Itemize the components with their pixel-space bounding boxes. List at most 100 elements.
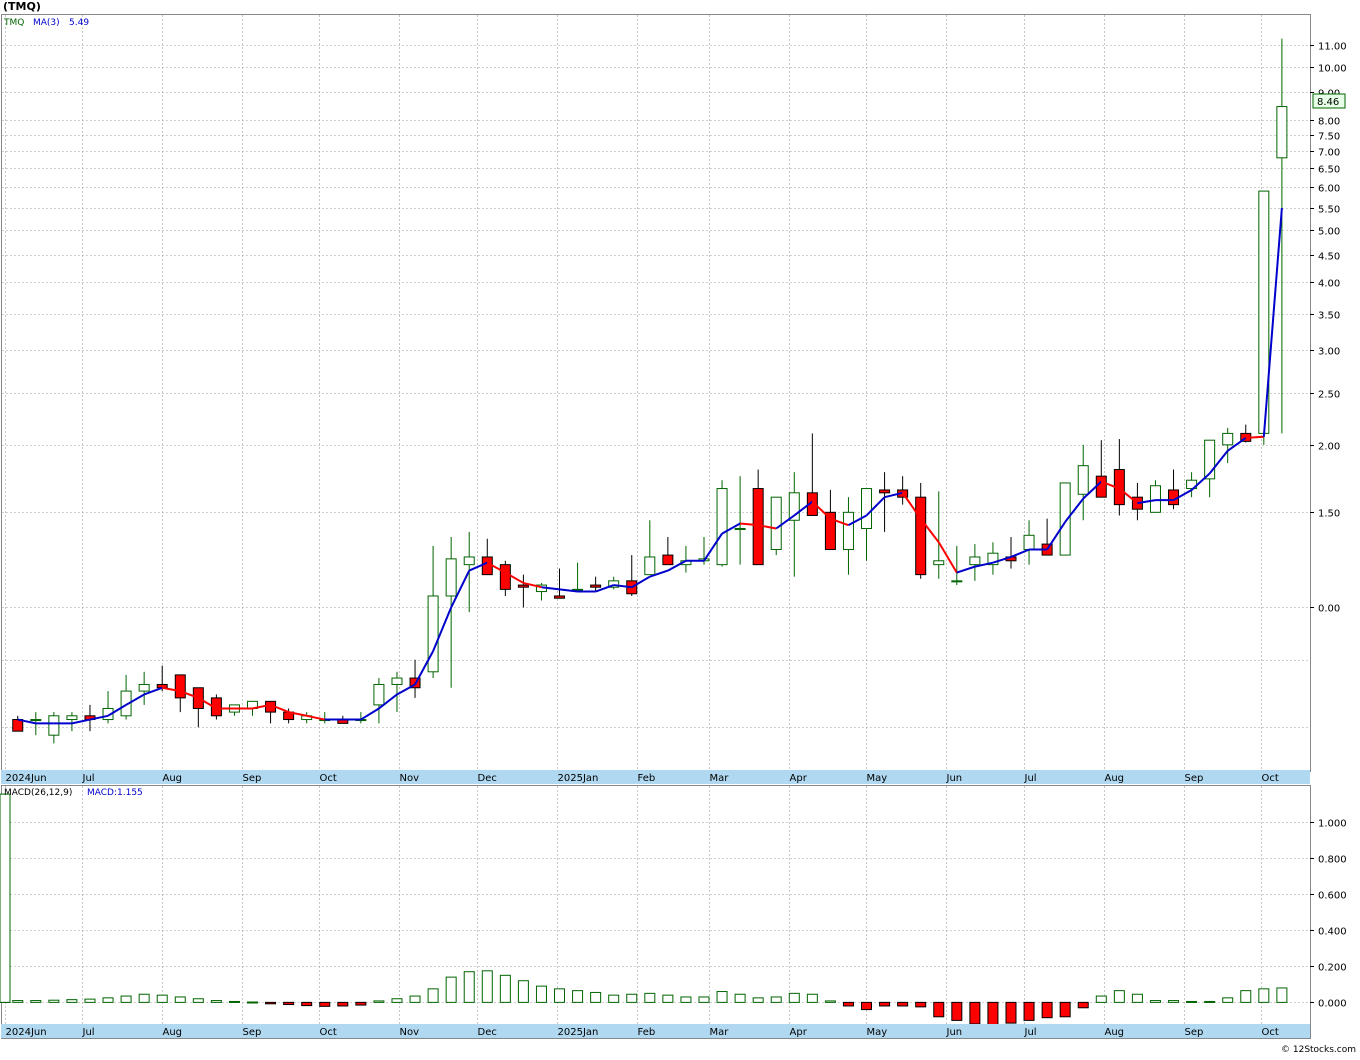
candle	[174, 674, 186, 713]
macd-x-tick-label: 2024Jun	[6, 1027, 47, 1038]
macd-bar	[1023, 1001, 1035, 1021]
macd-bar	[879, 1001, 891, 1007]
macd-bar	[517, 980, 529, 1003]
price-y-axis-labels: 11.0010.009.008.007.507.006.506.005.505.…	[1310, 42, 1347, 615]
up-candle-body	[138, 683, 150, 692]
price-y-tick-label: 2.50	[1318, 390, 1340, 401]
down-candle-body	[517, 584, 529, 588]
macd-bar	[1240, 990, 1252, 1003]
candle	[1186, 472, 1198, 498]
price-x-tick-label: Jul	[1024, 773, 1037, 784]
candle	[680, 545, 692, 573]
macd-bar	[66, 999, 78, 1003]
ma3-segment	[1245, 435, 1264, 439]
macd-bar	[30, 1000, 42, 1003]
down-candle-body	[879, 489, 891, 494]
macd-y-tick-label: 0.400	[1318, 927, 1347, 938]
price-y-tick-label: 1.50	[1318, 509, 1340, 520]
macd-bar	[1041, 1001, 1053, 1019]
down-candle-body	[590, 584, 602, 588]
down-candle-body	[499, 564, 511, 590]
candle	[1005, 537, 1017, 569]
macd-bar	[84, 998, 96, 1003]
candle	[752, 469, 764, 566]
price-y-tick-label: 6.00	[1318, 184, 1340, 195]
price-y-tick-label: 10.00	[1318, 64, 1347, 75]
macd-bar	[247, 1001, 259, 1004]
up-candle-body	[373, 683, 385, 706]
macd-bar	[481, 970, 493, 1003]
macd-bar	[301, 1001, 313, 1007]
candle	[1258, 190, 1270, 445]
macd-y-tick-label: 0.000	[1318, 999, 1347, 1010]
ma3-segment	[360, 707, 380, 721]
macd-x-tick-label: Jun	[946, 1027, 963, 1038]
macd-x-tick-label: Sep	[1185, 1027, 1204, 1038]
candle	[12, 715, 24, 732]
macd-y-tick-label: 0.200	[1318, 963, 1347, 974]
macd-y-tick-label: 1.000	[1318, 819, 1347, 830]
price-x-tick-label: Aug	[1105, 773, 1125, 784]
legend-ma-label: MA(3)	[33, 18, 60, 28]
macd-bar	[319, 1001, 331, 1007]
candle	[644, 520, 656, 576]
candle	[1276, 38, 1288, 434]
candle	[915, 482, 927, 579]
price-x-tick-label: Sep	[243, 773, 262, 784]
price-y-tick-label: 7.00	[1318, 148, 1340, 159]
up-candle-body	[770, 496, 782, 551]
ma3-segment	[937, 541, 958, 574]
macd-bar	[409, 995, 421, 1003]
up-candle-body	[48, 715, 60, 736]
macd-bar	[1222, 997, 1234, 1003]
candle	[734, 476, 746, 565]
macd-bar	[590, 991, 602, 1003]
macd-bar	[463, 971, 475, 1003]
candle	[1149, 480, 1161, 513]
macd-x-tick-label: Jul	[1024, 1027, 1037, 1038]
macd-bar	[535, 985, 547, 1003]
macd-bar	[806, 993, 818, 1003]
macd-bar	[1077, 1001, 1089, 1009]
candle	[1168, 469, 1180, 510]
macd-x-tick-label: Mar	[710, 1027, 730, 1038]
candle	[138, 671, 150, 705]
candle	[662, 537, 674, 566]
macd-bar	[951, 1001, 963, 1021]
macd-legend-value: MACD:1.155	[87, 788, 143, 798]
macd-bar	[698, 996, 710, 1003]
macd-bar	[572, 990, 584, 1003]
macd-bar	[969, 1001, 981, 1025]
macd-bar	[987, 1001, 999, 1026]
macd-bar	[373, 1000, 385, 1003]
macd-bar	[680, 996, 692, 1003]
macd-bar	[102, 997, 114, 1003]
macd-grid	[2, 786, 1310, 1024]
up-candle-body	[463, 556, 475, 566]
macd-x-tick-label: 2025Jan	[558, 1027, 599, 1038]
price-y-tick-label: 0.00	[1318, 604, 1340, 615]
macd-bar	[1168, 1000, 1180, 1003]
watermark: © 12Stocks.com	[1281, 1045, 1356, 1055]
up-candle-body	[1222, 432, 1234, 446]
price-x-tick-label: Feb	[638, 773, 656, 784]
macd-bar	[156, 994, 168, 1003]
macd-bar	[752, 997, 764, 1003]
macd-bar	[1204, 1000, 1216, 1003]
chart-title: (TMQ)	[3, 0, 41, 13]
macd-bar	[1276, 987, 1288, 1003]
macd-bar	[48, 999, 60, 1003]
candle	[554, 568, 566, 599]
macd-x-tick-label: Feb	[638, 1027, 656, 1038]
price-series	[12, 38, 1288, 744]
candle	[788, 472, 800, 577]
ma3-segment	[71, 718, 91, 725]
macd-bar	[915, 1001, 927, 1008]
candle	[481, 538, 493, 576]
up-candle-body	[66, 715, 78, 721]
macd-bar	[897, 1001, 909, 1007]
macd-bar	[788, 992, 800, 1003]
up-candle-body	[445, 558, 457, 597]
ma3-segment	[396, 683, 416, 696]
up-candle-body	[30, 719, 42, 722]
